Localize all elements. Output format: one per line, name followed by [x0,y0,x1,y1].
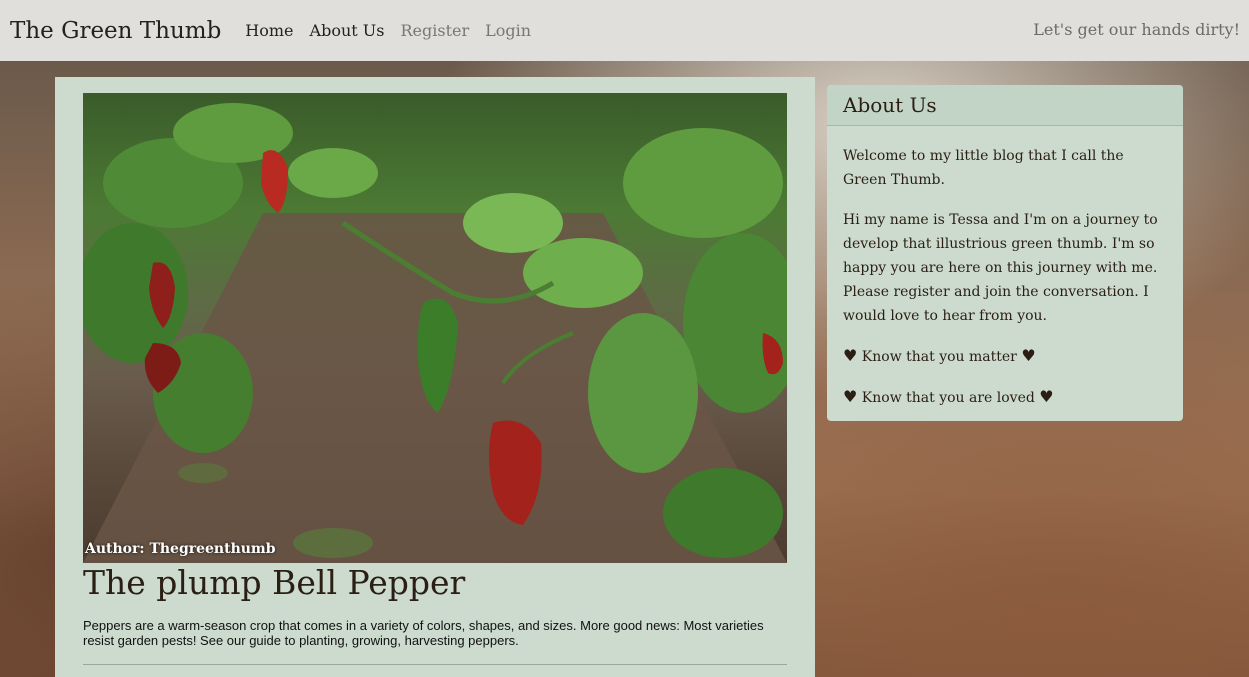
about-line-matter-text: Know that you matter [861,349,1017,365]
pepper-plants-illustration [83,103,787,563]
heart-icon: ♥ [843,387,858,406]
post-card: Author: Thegreenthumb The plump Bell Pep… [55,77,815,677]
nav-link-home[interactable]: Home [245,21,293,40]
about-us-card: About Us Welcome to my little blog that … [827,85,1183,421]
about-paragraph-intro: Hi my name is Tessa and I'm on a journey… [843,212,1158,324]
nav-link-login[interactable]: Login [485,21,531,40]
nav-link-register[interactable]: Register [400,21,469,40]
nav-tagline: Let's get our hands dirty! [1033,20,1240,39]
about-us-header: About Us [827,85,1183,126]
about-line-loved: ♥ Know that you are loved ♥ [843,385,1167,410]
nav-link-about-us[interactable]: About Us [310,21,385,40]
brand-logo[interactable]: The Green Thumb [10,18,221,44]
heart-icon: ♥ [843,346,858,365]
post-author: Author: Thegreenthumb [85,541,276,557]
about-line-loved-text: Know that you are loved [861,390,1035,406]
about-line-matter: ♥ Know that you matter ♥ [843,344,1167,369]
post-divider [83,664,787,665]
post-hero-image[interactable]: Author: Thegreenthumb [83,93,787,563]
about-paragraph-welcome: Welcome to my little blog that I call th… [843,148,1124,188]
heart-icon: ♥ [1039,387,1054,406]
navbar: The Green Thumb Home About Us Register L… [0,0,1249,61]
post-title[interactable]: The plump Bell Pepper [83,563,465,602]
heart-icon: ♥ [1021,346,1036,365]
post-excerpt: Peppers are a warm-season crop that come… [83,618,764,648]
about-us-body: Welcome to my little blog that I call th… [827,126,1183,410]
